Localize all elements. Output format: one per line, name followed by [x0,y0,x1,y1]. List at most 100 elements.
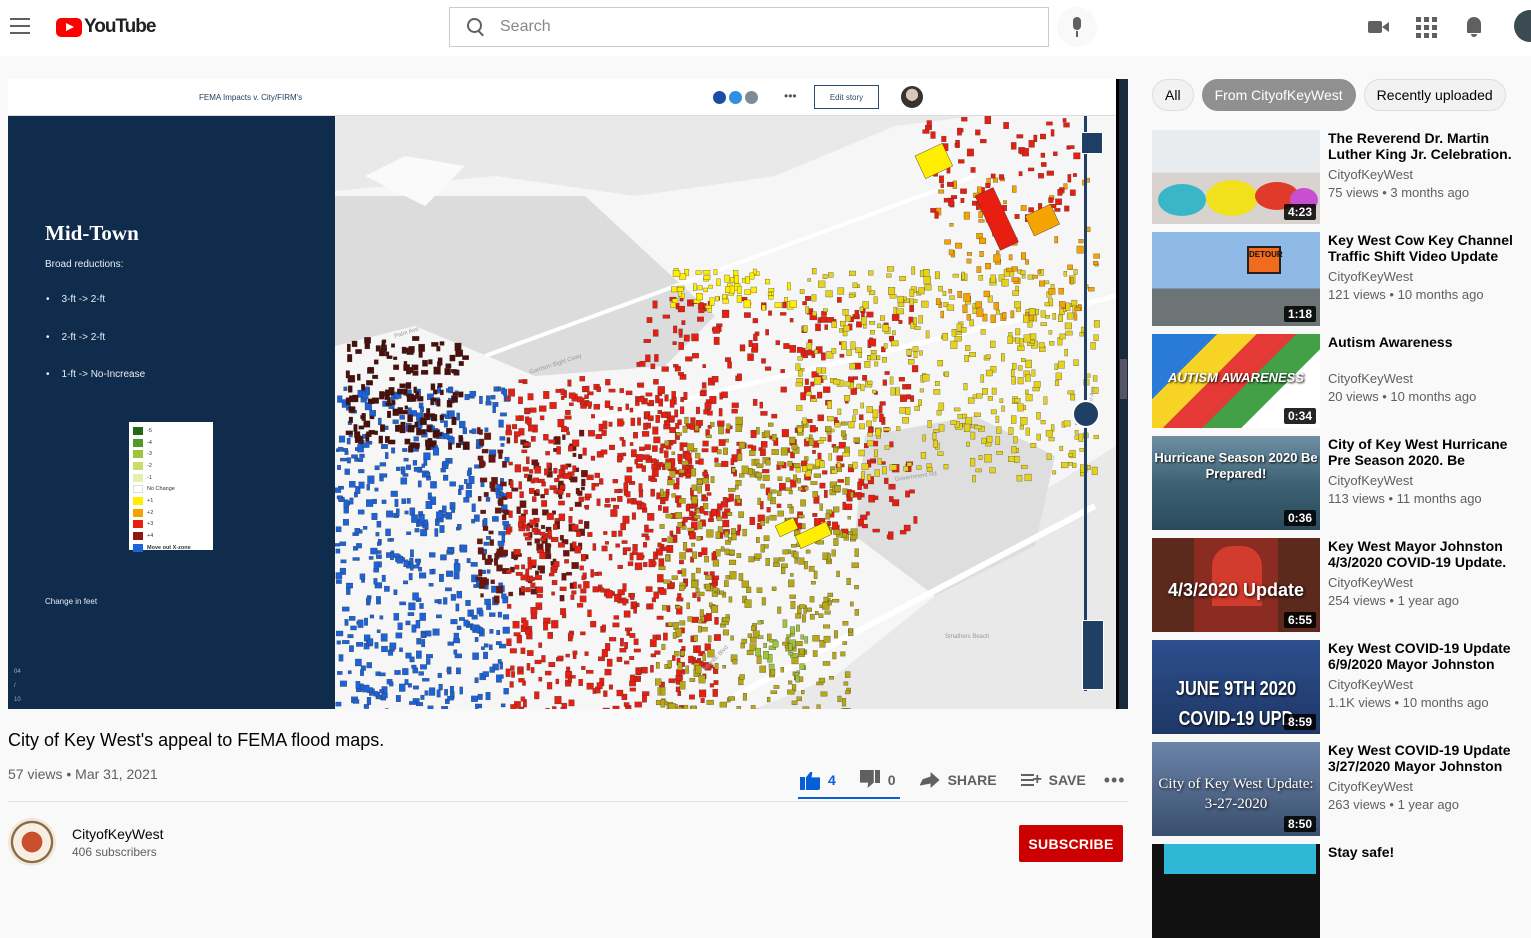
building-shape [583,581,589,588]
flood-map[interactable]: Garrison Bight Cswy Palm Ave Government … [335,116,1116,709]
account-avatar[interactable] [1514,10,1531,42]
recommendation-title[interactable]: Key West Cow Key Channel Traffic Shift V… [1328,232,1531,264]
facebook-icon[interactable] [713,91,726,104]
building-shape [796,676,800,682]
building-shape [983,314,987,321]
search-icon[interactable] [466,17,486,37]
video-thumbnail[interactable]: 4:23 [1152,130,1320,224]
like-button[interactable]: 4 [798,768,836,792]
recommendation-title[interactable]: Key West Mayor Johnston 4/3/2020 COVID-1… [1328,538,1531,570]
building-shape [570,507,573,510]
map-fullscreen-icon[interactable] [1081,132,1103,154]
building-shape [613,706,619,709]
building-shape [882,467,886,474]
video-thumbnail[interactable]: DETOUR 1:18 [1152,232,1320,326]
building-shape [631,450,636,458]
building-shape [581,554,586,561]
menu-icon[interactable] [10,18,30,34]
recommendation-item[interactable]: Hurricane Season 2020 Be Prepared! 0:36 … [1152,436,1531,530]
recommendation-channel[interactable]: CityofKeyWest [1328,473,1413,488]
building-shape [662,644,666,649]
building-shape [586,670,593,673]
channel-avatar[interactable] [8,818,56,866]
building-shape [463,442,470,450]
video-thumbnail[interactable]: JUNE 9TH 2020 COVID-19 UPD 8:59 [1152,640,1320,734]
building-shape [482,449,488,453]
building-shape [1020,425,1024,429]
link-icon[interactable] [745,91,758,104]
recommendation-title[interactable]: Key West COVID-19 Update 6/9/2020 Mayor … [1328,640,1531,672]
building-shape [375,466,380,470]
microphone-icon[interactable] [1057,7,1097,47]
story-more-icon[interactable]: ••• [784,89,797,103]
building-shape [1055,208,1061,211]
building-shape [788,461,793,466]
recommendation-channel[interactable]: CityofKeyWest [1328,779,1413,794]
recommendation-item[interactable]: 4/3/2020 Update 6:55 Key West Mayor John… [1152,538,1531,632]
dislike-button[interactable]: 0 [858,768,896,792]
building-shape [678,372,684,375]
building-shape [907,349,911,355]
recommendation-title[interactable]: The Reverend Dr. Martin Luther King Jr. … [1328,130,1531,162]
recommendation-channel[interactable]: CityofKeyWest [1328,269,1413,284]
youtube-logo[interactable]: YouTube [56,16,155,38]
building-shape [859,415,863,420]
more-actions-icon[interactable]: ••• [1104,770,1126,791]
search-input[interactable] [500,18,1020,36]
recommendation-item[interactable]: City of Key West Update: 3-27-2020 8:50 … [1152,742,1531,836]
video-thumbnail[interactable]: 4/3/2020 Update 6:55 [1152,538,1320,632]
building-shape [1046,122,1052,125]
building-shape [805,637,808,644]
video-player[interactable]: FEMA Impacts v. City/FIRM's ••• Edit sto… [8,79,1128,709]
edit-story-button[interactable]: Edit story [814,85,879,109]
building-shape [440,525,445,532]
building-shape [409,395,416,401]
video-thumbnail[interactable]: AUTISM AWARENESS 0:34 [1152,334,1320,428]
building-shape [776,341,780,345]
building-shape [737,295,742,302]
building-shape [658,543,662,547]
apps-grid-icon[interactable] [1414,14,1440,40]
chip-recently-uploaded[interactable]: Recently uploaded [1364,79,1506,111]
building-shape [448,387,453,392]
notifications-bell-icon[interactable] [1462,14,1488,40]
video-thumbnail[interactable] [1152,844,1320,938]
recommendation-item[interactable]: Stay safe! [1152,844,1531,938]
subscribe-button[interactable]: SUBSCRIBE [1019,825,1123,862]
swipe-handle-icon[interactable] [1072,400,1100,428]
share-button[interactable]: SHARE [918,768,997,792]
recommendation-title[interactable]: Stay safe! [1328,844,1531,860]
building-shape [569,700,575,706]
chip-all[interactable]: All [1152,79,1194,111]
story-scrollbar[interactable] [1119,79,1128,709]
recommendation-title[interactable]: City of Key West Hurricane Pre Season 20… [1328,436,1531,468]
building-shape [630,442,633,445]
twitter-icon[interactable] [729,91,742,104]
recommendation-channel[interactable]: CityofKeyWest [1328,575,1413,590]
search-box[interactable] [449,7,1049,47]
save-button[interactable]: SAVE [1019,768,1086,792]
building-shape [558,543,565,548]
building-shape [688,617,693,622]
recommendation-item[interactable]: JUNE 9TH 2020 COVID-19 UPD 8:59 Key West… [1152,640,1531,734]
recommendation-title[interactable]: Autism Awareness [1328,334,1531,350]
recommendation-channel[interactable]: CityofKeyWest [1328,371,1413,386]
recommendation-channel[interactable]: CityofKeyWest [1328,167,1413,182]
channel-name[interactable]: CityofKeyWest [72,826,164,842]
video-thumbnail[interactable]: City of Key West Update: 3-27-2020 8:50 [1152,742,1320,836]
recommendation-item[interactable]: AUTISM AWARENESS 0:34 Autism Awareness C… [1152,334,1531,428]
building-shape [395,499,398,507]
video-thumbnail[interactable]: Hurricane Season 2020 Be Prepared! 0:36 [1152,436,1320,530]
recommendation-item[interactable]: DETOUR 1:18 Key West Cow Key Channel Tra… [1152,232,1531,326]
chip-from-channel[interactable]: From CityofKeyWest [1202,79,1356,111]
recommendation-item[interactable]: 4:23 The Reverend Dr. Martin Luther King… [1152,130,1531,224]
building-shape [761,484,765,488]
building-shape [691,543,695,546]
map-zoom-controls[interactable] [1082,620,1104,690]
create-video-icon[interactable] [1366,14,1392,40]
building-shape [477,427,480,434]
building-shape [413,565,420,569]
recommendation-title[interactable]: Key West COVID-19 Update 3/27/2020 Mayor… [1328,742,1531,774]
recommendation-channel[interactable]: CityofKeyWest [1328,677,1413,692]
building-shape [676,527,680,534]
